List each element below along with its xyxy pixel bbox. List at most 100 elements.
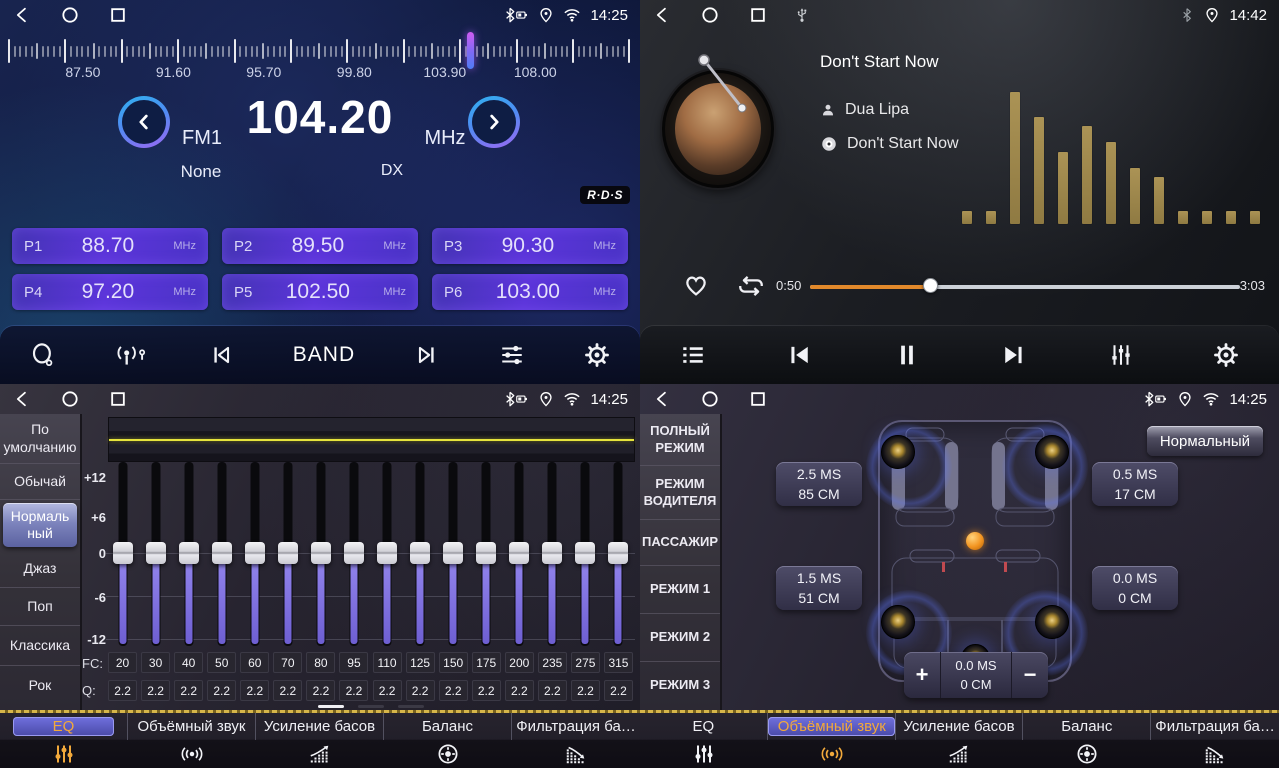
tab-bass[interactable]: Усиление басов bbox=[256, 713, 384, 768]
tab-balance[interactable]: Баланс bbox=[384, 713, 512, 768]
slider-handle[interactable] bbox=[443, 542, 463, 564]
seek-down-button[interactable] bbox=[118, 96, 170, 148]
eq-band-slider[interactable] bbox=[310, 462, 332, 648]
decrease-delay-button[interactable]: − bbox=[1012, 652, 1048, 698]
slider-handle[interactable] bbox=[278, 542, 298, 564]
seek-up-button[interactable] bbox=[468, 96, 520, 148]
recents-button[interactable] bbox=[108, 5, 128, 25]
recents-button[interactable] bbox=[748, 5, 768, 25]
eq-preset-default[interactable]: По умолчанию bbox=[0, 414, 80, 464]
back-button[interactable] bbox=[652, 389, 672, 409]
slider-handle[interactable] bbox=[179, 542, 199, 564]
eq-band-slider[interactable] bbox=[376, 462, 398, 648]
preset-button-3[interactable]: P3 90.30 MHz bbox=[432, 228, 628, 264]
slider-handle[interactable] bbox=[575, 542, 595, 564]
favorite-button[interactable] bbox=[682, 271, 710, 299]
slider-handle[interactable] bbox=[410, 542, 430, 564]
eq-band-slider[interactable] bbox=[607, 462, 629, 648]
home-button[interactable] bbox=[60, 389, 80, 409]
previous-track-button[interactable] bbox=[785, 341, 813, 369]
slider-handle[interactable] bbox=[344, 542, 364, 564]
slider-handle[interactable] bbox=[311, 542, 331, 564]
slider-handle[interactable] bbox=[113, 542, 133, 564]
tab-filter[interactable]: Фильтрация ба… bbox=[512, 713, 640, 768]
tab-filter[interactable]: Фильтрация ба… bbox=[1151, 713, 1279, 768]
home-button[interactable] bbox=[60, 5, 80, 25]
rear-left-delay-button[interactable]: 1.5 MS 51 CM bbox=[776, 566, 862, 610]
back-button[interactable] bbox=[652, 5, 672, 25]
progress-slider[interactable] bbox=[810, 278, 1240, 294]
mode-2[interactable]: РЕЖИМ 2 bbox=[640, 614, 720, 662]
eq-band-slider[interactable] bbox=[409, 462, 431, 648]
settings-button[interactable] bbox=[584, 342, 610, 368]
equalizer-button[interactable] bbox=[499, 342, 525, 368]
back-button[interactable] bbox=[12, 5, 32, 25]
previous-station-button[interactable] bbox=[208, 342, 234, 368]
slider-handle[interactable] bbox=[476, 542, 496, 564]
increase-delay-button[interactable]: + bbox=[904, 652, 940, 698]
eq-band-slider[interactable] bbox=[178, 462, 200, 648]
mode-full[interactable]: ПОЛНЫЙ РЕЖИМ bbox=[640, 414, 720, 466]
auto-search-button[interactable] bbox=[115, 342, 149, 368]
settings-button[interactable] bbox=[1213, 342, 1239, 368]
pause-button[interactable] bbox=[893, 341, 921, 369]
slider-handle[interactable] bbox=[377, 542, 397, 564]
mode-1[interactable]: РЕЖИМ 1 bbox=[640, 566, 720, 614]
field-preset-button[interactable]: Нормальный bbox=[1147, 426, 1263, 456]
home-button[interactable] bbox=[700, 389, 720, 409]
eq-preset-classic[interactable]: Классика bbox=[0, 626, 80, 666]
tab-surround[interactable]: Объёмный звук bbox=[768, 713, 896, 768]
eq-preset-normal[interactable]: Нормальный bbox=[3, 503, 77, 547]
tab-balance[interactable]: Баланс bbox=[1023, 713, 1151, 768]
tab-eq[interactable]: EQ bbox=[640, 713, 768, 768]
rear-right-delay-button[interactable]: 0.0 MS 0 CM bbox=[1092, 566, 1178, 610]
eq-band-slider[interactable] bbox=[475, 462, 497, 648]
preset-button-1[interactable]: P1 88.70 MHz bbox=[12, 228, 208, 264]
recents-button[interactable] bbox=[108, 389, 128, 409]
equalizer-button[interactable] bbox=[1108, 342, 1134, 368]
next-station-button[interactable] bbox=[414, 342, 440, 368]
preset-button-2[interactable]: P2 89.50 MHz bbox=[222, 228, 418, 264]
eq-band-slider[interactable] bbox=[343, 462, 365, 648]
eq-band-slider[interactable] bbox=[211, 462, 233, 648]
frequency-scale-ticks[interactable] bbox=[8, 36, 632, 66]
eq-band-slider[interactable] bbox=[574, 462, 596, 648]
eq-preset-jazz[interactable]: Джаз bbox=[0, 550, 80, 588]
eq-band-slider[interactable] bbox=[277, 462, 299, 648]
tab-surround[interactable]: Объёмный звук bbox=[128, 713, 256, 768]
slider-handle[interactable] bbox=[509, 542, 529, 564]
recents-button[interactable] bbox=[748, 389, 768, 409]
scan-button[interactable] bbox=[30, 342, 56, 368]
eq-preset-rock[interactable]: Рок bbox=[0, 666, 80, 706]
eq-band-slider[interactable] bbox=[541, 462, 563, 648]
slider-handle[interactable] bbox=[245, 542, 265, 564]
back-button[interactable] bbox=[12, 389, 32, 409]
eq-band-slider[interactable] bbox=[112, 462, 134, 648]
eq-preset-custom[interactable]: Обычай bbox=[0, 464, 80, 500]
mode-driver[interactable]: РЕЖИМ ВОДИТЕЛЯ bbox=[640, 466, 720, 520]
home-button[interactable] bbox=[700, 5, 720, 25]
band-button[interactable]: BAND bbox=[293, 343, 355, 367]
eq-band-slider[interactable] bbox=[508, 462, 530, 648]
eq-band-slider[interactable] bbox=[145, 462, 167, 648]
next-track-button[interactable] bbox=[1000, 341, 1028, 369]
front-right-delay-button[interactable]: 0.5 MS 17 CM bbox=[1092, 462, 1178, 506]
tab-eq[interactable]: EQ bbox=[0, 713, 128, 768]
slider-handle[interactable] bbox=[146, 542, 166, 564]
preset-button-5[interactable]: P5 102.50 MHz bbox=[222, 274, 418, 310]
eq-band-slider[interactable] bbox=[442, 462, 464, 648]
tab-bass[interactable]: Усиление басов bbox=[896, 713, 1024, 768]
mode-3[interactable]: РЕЖИМ 3 bbox=[640, 662, 720, 708]
slider-handle[interactable] bbox=[608, 542, 628, 564]
eq-preset-pop[interactable]: Поп bbox=[0, 588, 80, 626]
repeat-button[interactable] bbox=[736, 271, 766, 301]
preset-button-4[interactable]: P4 97.20 MHz bbox=[12, 274, 208, 310]
slider-handle[interactable] bbox=[542, 542, 562, 564]
listening-position-marker[interactable] bbox=[966, 532, 984, 550]
playlist-button[interactable] bbox=[680, 342, 706, 368]
progress-knob[interactable] bbox=[923, 278, 938, 293]
slider-handle[interactable] bbox=[212, 542, 232, 564]
mode-passenger[interactable]: ПАССАЖИР bbox=[640, 520, 720, 566]
eq-band-slider[interactable] bbox=[244, 462, 266, 648]
front-left-delay-button[interactable]: 2.5 MS 85 CM bbox=[776, 462, 862, 506]
